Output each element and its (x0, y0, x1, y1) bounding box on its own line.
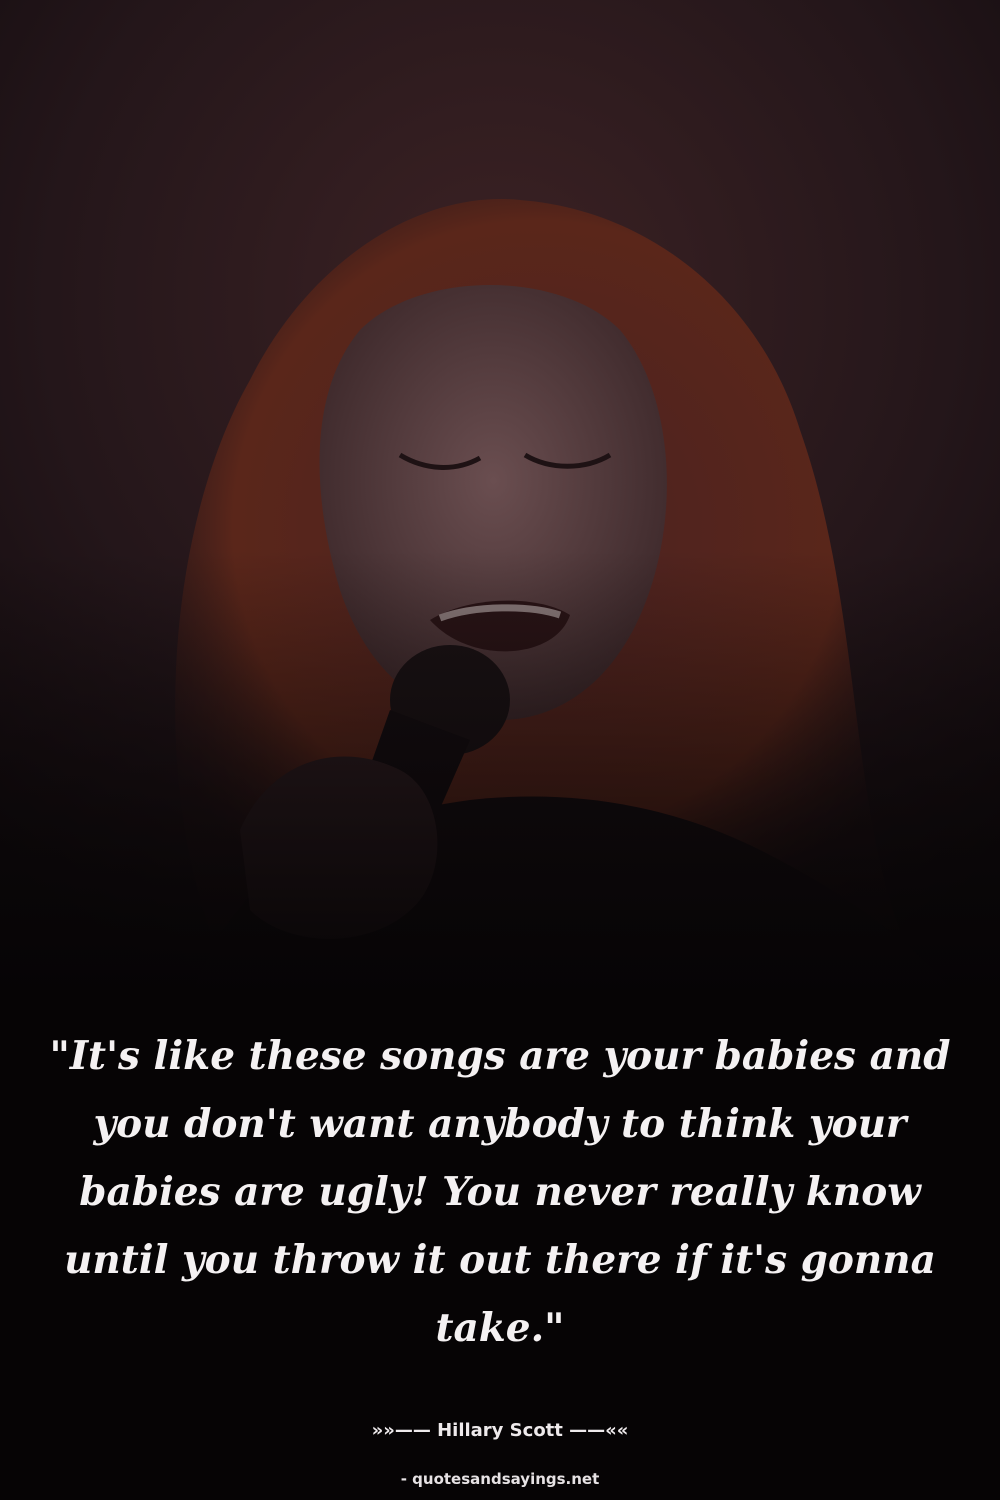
quote-poster: "It's like these songs are your babies a… (0, 0, 1000, 1500)
source-link[interactable]: - quotesandsayings.net (0, 1470, 1000, 1488)
quote-text: "It's like these songs are your babies a… (49, 1033, 951, 1351)
background-photo (0, 0, 1000, 1000)
singer-photo (0, 0, 1000, 1000)
author-line: »»—— Hillary Scott ——«« (371, 1420, 629, 1441)
